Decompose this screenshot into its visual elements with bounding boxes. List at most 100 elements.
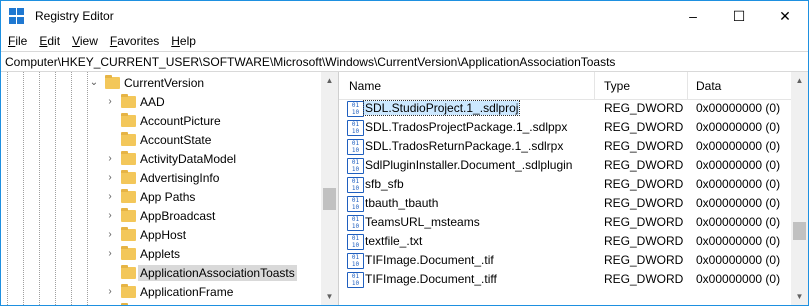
tree-item[interactable]: › AppHost (1, 225, 321, 244)
window-controls: – ☐ ✕ (670, 1, 808, 31)
tree-item-label: CurrentVersion (124, 75, 205, 90)
title-bar[interactable]: Registry Editor – ☐ ✕ (1, 1, 808, 31)
value-data: 0x00000000 (0) (696, 196, 781, 210)
list-row[interactable]: 01 10 TIFImage.Document_.tiff REG_DWORD 0x0… (339, 270, 791, 289)
value-name: textfile_.txt (365, 234, 423, 248)
tree-item-label: App Paths (140, 189, 196, 204)
dword-value-icon: 01 10 (347, 177, 364, 193)
column-divider[interactable] (594, 72, 595, 99)
name-cell: SdlPluginInstaller.Document_.sdlplugin (364, 156, 573, 175)
folder-icon (121, 227, 136, 241)
tree-item[interactable]: › Applets (1, 244, 321, 263)
value-name: SDL.TradosProjectPackage.1_.sdlppx (365, 120, 568, 134)
values-vertical-scrollbar[interactable]: ▲ ▼ (791, 72, 808, 305)
chevron-right-icon[interactable]: › (105, 153, 115, 164)
chevron-right-icon[interactable]: › (105, 210, 115, 221)
chevron-right-icon[interactable]: › (105, 248, 115, 259)
tree-item[interactable]: ApplicationAssociationToasts (1, 263, 321, 282)
tree-item[interactable]: › ApplicationFrame (1, 282, 321, 301)
value-type: REG_DWORD (604, 215, 684, 229)
tree-item[interactable]: AccountState (1, 130, 321, 149)
tree-item[interactable]: AccountPicture (1, 111, 321, 130)
scroll-down-arrow-icon[interactable]: ▼ (791, 288, 808, 305)
chevron-down-icon[interactable]: ⌄ (89, 77, 99, 88)
registry-editor-window: Registry Editor – ☐ ✕ File Edit View Fav… (0, 0, 809, 306)
tree-item[interactable]: ›AppSync (1, 301, 321, 305)
tree-item-label: AAD (140, 94, 165, 109)
name-cell: SDL.StudioProject.1_.sdlproj (362, 99, 521, 118)
value-name: SDL.TradosReturnPackage.1_.sdlrpx (365, 139, 564, 153)
chevron-right-icon[interactable]: › (105, 191, 115, 202)
key-tree-pane[interactable]: ⌄ CurrentVersion › AAD AccountPicture Accou… (1, 72, 339, 305)
chevron-right-icon[interactable]: › (105, 229, 115, 240)
maximize-button[interactable]: ☐ (716, 1, 762, 31)
menu-bar: File Edit View Favorites Help (1, 31, 808, 51)
list-row[interactable]: 01 10 SDL.StudioProject.1_.sdlproj REG_DWO… (339, 99, 791, 118)
value-data: 0x00000000 (0) (696, 177, 781, 191)
dword-value-icon: 01 10 (347, 101, 364, 117)
menu-view[interactable]: View (67, 34, 105, 48)
list-row[interactable]: 01 10 SdlPluginInstaller.Document_.sdlplu… (339, 156, 791, 175)
value-type: REG_DWORD (604, 158, 684, 172)
list-row[interactable]: 01 10 TIFImage.Document_.tif REG_DWORD 0x00… (339, 251, 791, 270)
chevron-right-icon[interactable]: › (105, 172, 115, 183)
chevron-right-icon[interactable]: › (105, 96, 115, 107)
scroll-down-arrow-icon[interactable]: ▼ (321, 288, 338, 305)
list-row[interactable]: 01 10 sfb_sfb REG_DWORD 0x00000000 (0) (339, 175, 791, 194)
dword-value-icon: 01 10 (347, 253, 364, 269)
value-data: 0x00000000 (0) (696, 139, 781, 153)
value-type: REG_DWORD (604, 101, 684, 115)
value-data: 0x00000000 (0) (696, 158, 781, 172)
value-name: sfb_sfb (365, 177, 404, 191)
value-name: TeamsURL_msteams (365, 215, 480, 229)
column-header-type[interactable]: Type (604, 72, 630, 99)
menu-help[interactable]: Help (166, 34, 203, 48)
tree-item[interactable]: › AppBroadcast (1, 206, 321, 225)
column-divider[interactable] (687, 72, 688, 99)
values-scroll-thumb[interactable] (793, 222, 806, 240)
value-type: REG_DWORD (604, 272, 684, 286)
menu-file[interactable]: File (3, 34, 34, 48)
tree-item[interactable]: › AdvertisingInfo (1, 168, 321, 187)
tree-scroll-thumb[interactable] (323, 188, 336, 210)
value-name: TIFImage.Document_.tiff (365, 272, 497, 286)
dword-value-icon: 01 10 (347, 234, 364, 250)
close-button[interactable]: ✕ (762, 1, 808, 31)
scroll-up-arrow-icon[interactable]: ▲ (321, 72, 338, 89)
values-list-pane[interactable]: Name Type Data 01 10 SDL.StudioProject.1_… (339, 72, 808, 305)
list-row[interactable]: 01 10 tbauth_tbauth REG_DWORD 0x00000000 (0… (339, 194, 791, 213)
folder-icon (121, 151, 136, 165)
menu-edit[interactable]: Edit (34, 34, 67, 48)
list-row[interactable]: 01 10 textfile_.txt REG_DWORD 0x00000000 (0… (339, 232, 791, 251)
tree-item-label: AppHost (140, 227, 187, 242)
value-data: 0x00000000 (0) (696, 272, 781, 286)
address-bar[interactable]: Computer\HKEY_CURRENT_USER\SOFTWARE\Micr… (1, 51, 808, 72)
tree-item-currentversion[interactable]: ⌄ CurrentVersion (1, 73, 321, 92)
value-data: 0x00000000 (0) (696, 253, 781, 267)
column-header-data[interactable]: Data (696, 72, 721, 99)
menu-favorites[interactable]: Favorites (105, 34, 166, 48)
folder-open-icon (105, 75, 120, 89)
dword-value-icon: 01 10 (347, 215, 364, 231)
scroll-up-arrow-icon[interactable]: ▲ (791, 72, 808, 89)
name-cell: SDL.TradosReturnPackage.1_.sdlrpx (364, 137, 564, 156)
list-row[interactable]: 01 10 SDL.TradosReturnPackage.1_.sdlrpx RE… (339, 137, 791, 156)
list-row[interactable]: 01 10 TeamsURL_msteams REG_DWORD 0x00000000… (339, 213, 791, 232)
value-type: REG_DWORD (604, 120, 684, 134)
minimize-button[interactable]: – (670, 1, 716, 31)
name-cell: SDL.TradosProjectPackage.1_.sdlppx (364, 118, 568, 137)
value-data: 0x00000000 (0) (696, 120, 781, 134)
chevron-right-icon[interactable]: › (105, 286, 115, 297)
list-row[interactable]: 01 10 SDL.TradosProjectPackage.1_.sdlppx R… (339, 118, 791, 137)
folder-icon (121, 265, 136, 279)
name-cell: TIFImage.Document_.tiff (364, 270, 498, 289)
tree-item[interactable]: › ActivityDataModel (1, 149, 321, 168)
value-type: REG_DWORD (604, 253, 684, 267)
column-header-name[interactable]: Name (349, 72, 381, 99)
dword-value-icon: 01 10 (347, 196, 364, 212)
tree-vertical-scrollbar[interactable]: ▲ ▼ (321, 72, 338, 305)
folder-icon (121, 246, 136, 260)
tree-item[interactable]: › AAD (1, 92, 321, 111)
dword-value-icon: 01 10 (347, 272, 364, 288)
tree-item[interactable]: › App Paths (1, 187, 321, 206)
